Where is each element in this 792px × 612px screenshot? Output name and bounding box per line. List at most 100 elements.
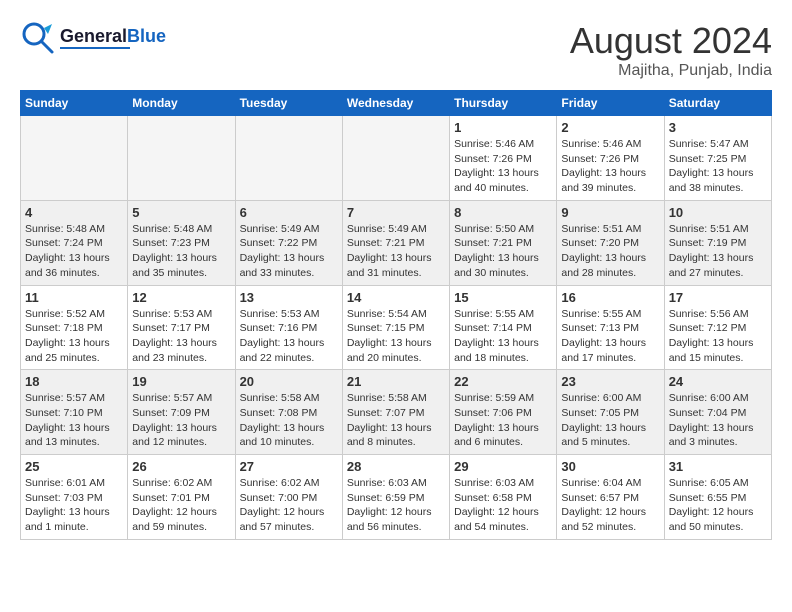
day-info: Sunrise: 5:55 AM Sunset: 7:14 PM Dayligh… bbox=[454, 307, 552, 366]
day-number: 1 bbox=[454, 120, 552, 135]
day-number: 2 bbox=[561, 120, 659, 135]
day-info: Sunrise: 6:03 AM Sunset: 6:59 PM Dayligh… bbox=[347, 476, 445, 535]
calendar-cell: 26Sunrise: 6:02 AM Sunset: 7:01 PM Dayli… bbox=[128, 455, 235, 540]
logo: GeneralBlue bbox=[20, 20, 166, 56]
day-info: Sunrise: 5:51 AM Sunset: 7:19 PM Dayligh… bbox=[669, 222, 767, 281]
calendar-week-row: 18 Sunrise: 5:57 AM Sunset: 7:10 PM Dayli… bbox=[21, 370, 772, 455]
day-info: Sunrise: 5:56 AM Sunset: 7:12 PM Dayligh… bbox=[669, 307, 767, 366]
weekday-header-saturday: Saturday bbox=[664, 91, 771, 116]
day-info: Sunrise: 6:01 AM Sunset: 7:03 PM Dayligh… bbox=[25, 476, 123, 535]
calendar-cell: 28 Sunrise: 6:03 AM Sunset: 6:59 PM Dayli… bbox=[342, 455, 449, 540]
day-info: Sunrise: 5:55 AM Sunset: 7:13 PM Dayligh… bbox=[561, 307, 659, 366]
day-info: Sunrise: 5:52 AM Sunset: 7:18 PM Dayligh… bbox=[25, 307, 123, 366]
day-info: Sunrise: 6:00 AM Sunset: 7:04 PM Dayligh… bbox=[669, 391, 767, 450]
calendar-cell: 31 Sunrise: 6:05 AM Sunset: 6:55 PM Dayli… bbox=[664, 455, 771, 540]
day-number: 17 bbox=[669, 290, 767, 305]
calendar-cell: 4 Sunrise: 5:48 AM Sunset: 7:24 PM Daylig… bbox=[21, 200, 128, 285]
day-number: 7 bbox=[347, 205, 445, 220]
day-info: Sunrise: 5:48 AM Sunset: 7:23 PM Dayligh… bbox=[132, 222, 230, 281]
calendar-cell: 11Sunrise: 5:52 AM Sunset: 7:18 PM Dayli… bbox=[21, 285, 128, 370]
day-info: Sunrise: 5:49 AM Sunset: 7:22 PM Dayligh… bbox=[240, 222, 338, 281]
calendar-table: SundayMondayTuesdayWednesdayThursdayFrid… bbox=[20, 90, 772, 540]
weekday-header-row: SundayMondayTuesdayWednesdayThursdayFrid… bbox=[21, 91, 772, 116]
day-info: Sunrise: 5:58 AM Sunset: 7:07 PM Dayligh… bbox=[347, 391, 445, 450]
day-number: 29 bbox=[454, 459, 552, 474]
weekday-header-sunday: Sunday bbox=[21, 91, 128, 116]
day-number: 31 bbox=[669, 459, 767, 474]
month-year-title: August 2024 bbox=[570, 20, 772, 62]
calendar-week-row: 1 Sunrise: 5:46 AM Sunset: 7:26 PM Daylig… bbox=[21, 116, 772, 201]
day-number: 4 bbox=[25, 205, 123, 220]
weekday-header-friday: Friday bbox=[557, 91, 664, 116]
calendar-cell: 6 Sunrise: 5:49 AM Sunset: 7:22 PM Daylig… bbox=[235, 200, 342, 285]
day-number: 19 bbox=[132, 374, 230, 389]
day-number: 28 bbox=[347, 459, 445, 474]
calendar-cell: 25 Sunrise: 6:01 AM Sunset: 7:03 PM Dayli… bbox=[21, 455, 128, 540]
calendar-cell bbox=[21, 116, 128, 201]
calendar-cell: 22Sunrise: 5:59 AM Sunset: 7:06 PM Dayli… bbox=[450, 370, 557, 455]
calendar-cell: 3 Sunrise: 5:47 AM Sunset: 7:25 PM Daylig… bbox=[664, 116, 771, 201]
day-number: 24 bbox=[669, 374, 767, 389]
calendar-cell: 9 Sunrise: 5:51 AM Sunset: 7:20 PM Daylig… bbox=[557, 200, 664, 285]
calendar-cell: 23 Sunrise: 6:00 AM Sunset: 7:05 PM Dayli… bbox=[557, 370, 664, 455]
day-info: Sunrise: 6:02 AM Sunset: 7:00 PM Dayligh… bbox=[240, 476, 338, 535]
day-info: Sunrise: 6:04 AM Sunset: 6:57 PM Dayligh… bbox=[561, 476, 659, 535]
day-number: 23 bbox=[561, 374, 659, 389]
day-number: 5 bbox=[132, 205, 230, 220]
day-number: 22 bbox=[454, 374, 552, 389]
logo-icon bbox=[20, 20, 56, 56]
day-number: 21 bbox=[347, 374, 445, 389]
day-number: 14 bbox=[347, 290, 445, 305]
day-info: Sunrise: 5:57 AM Sunset: 7:09 PM Dayligh… bbox=[132, 391, 230, 450]
day-info: Sunrise: 5:49 AM Sunset: 7:21 PM Dayligh… bbox=[347, 222, 445, 281]
calendar-cell: 18 Sunrise: 5:57 AM Sunset: 7:10 PM Dayli… bbox=[21, 370, 128, 455]
calendar-week-row: 11Sunrise: 5:52 AM Sunset: 7:18 PM Dayli… bbox=[21, 285, 772, 370]
calendar-cell bbox=[235, 116, 342, 201]
calendar-cell: 14 Sunrise: 5:54 AM Sunset: 7:15 PM Dayli… bbox=[342, 285, 449, 370]
calendar-cell: 27Sunrise: 6:02 AM Sunset: 7:00 PM Dayli… bbox=[235, 455, 342, 540]
day-info: Sunrise: 5:57 AM Sunset: 7:10 PM Dayligh… bbox=[25, 391, 123, 450]
weekday-header-monday: Monday bbox=[128, 91, 235, 116]
calendar-cell: 20 Sunrise: 5:58 AM Sunset: 7:08 PM Dayli… bbox=[235, 370, 342, 455]
calendar-cell: 1 Sunrise: 5:46 AM Sunset: 7:26 PM Daylig… bbox=[450, 116, 557, 201]
day-info: Sunrise: 6:03 AM Sunset: 6:58 PM Dayligh… bbox=[454, 476, 552, 535]
day-number: 26 bbox=[132, 459, 230, 474]
calendar-cell: 15 Sunrise: 5:55 AM Sunset: 7:14 PM Dayli… bbox=[450, 285, 557, 370]
day-info: Sunrise: 5:54 AM Sunset: 7:15 PM Dayligh… bbox=[347, 307, 445, 366]
day-info: Sunrise: 5:48 AM Sunset: 7:24 PM Dayligh… bbox=[25, 222, 123, 281]
calendar-cell: 12 Sunrise: 5:53 AM Sunset: 7:17 PM Dayli… bbox=[128, 285, 235, 370]
day-info: Sunrise: 5:53 AM Sunset: 7:17 PM Dayligh… bbox=[132, 307, 230, 366]
calendar-cell: 17 Sunrise: 5:56 AM Sunset: 7:12 PM Dayli… bbox=[664, 285, 771, 370]
day-number: 16 bbox=[561, 290, 659, 305]
calendar-cell: 7 Sunrise: 5:49 AM Sunset: 7:21 PM Daylig… bbox=[342, 200, 449, 285]
day-number: 3 bbox=[669, 120, 767, 135]
calendar-cell: 19 Sunrise: 5:57 AM Sunset: 7:09 PM Dayli… bbox=[128, 370, 235, 455]
day-info: Sunrise: 6:00 AM Sunset: 7:05 PM Dayligh… bbox=[561, 391, 659, 450]
calendar-week-row: 4 Sunrise: 5:48 AM Sunset: 7:24 PM Daylig… bbox=[21, 200, 772, 285]
calendar-cell: 16 Sunrise: 5:55 AM Sunset: 7:13 PM Dayli… bbox=[557, 285, 664, 370]
day-number: 18 bbox=[25, 374, 123, 389]
day-number: 30 bbox=[561, 459, 659, 474]
day-number: 12 bbox=[132, 290, 230, 305]
day-info: Sunrise: 5:50 AM Sunset: 7:21 PM Dayligh… bbox=[454, 222, 552, 281]
logo-text-blue: Blue bbox=[127, 26, 166, 46]
calendar-cell: 10 Sunrise: 5:51 AM Sunset: 7:19 PM Dayli… bbox=[664, 200, 771, 285]
calendar-cell bbox=[128, 116, 235, 201]
weekday-header-thursday: Thursday bbox=[450, 91, 557, 116]
day-number: 6 bbox=[240, 205, 338, 220]
weekday-header-wednesday: Wednesday bbox=[342, 91, 449, 116]
day-info: Sunrise: 5:58 AM Sunset: 7:08 PM Dayligh… bbox=[240, 391, 338, 450]
day-info: Sunrise: 5:46 AM Sunset: 7:26 PM Dayligh… bbox=[454, 137, 552, 196]
day-number: 10 bbox=[669, 205, 767, 220]
day-info: Sunrise: 6:05 AM Sunset: 6:55 PM Dayligh… bbox=[669, 476, 767, 535]
day-number: 20 bbox=[240, 374, 338, 389]
day-number: 9 bbox=[561, 205, 659, 220]
day-info: Sunrise: 5:51 AM Sunset: 7:20 PM Dayligh… bbox=[561, 222, 659, 281]
day-info: Sunrise: 5:53 AM Sunset: 7:16 PM Dayligh… bbox=[240, 307, 338, 366]
day-number: 15 bbox=[454, 290, 552, 305]
calendar-cell: 24 Sunrise: 6:00 AM Sunset: 7:04 PM Dayli… bbox=[664, 370, 771, 455]
day-number: 25 bbox=[25, 459, 123, 474]
calendar-week-row: 25 Sunrise: 6:01 AM Sunset: 7:03 PM Dayli… bbox=[21, 455, 772, 540]
day-info: Sunrise: 5:47 AM Sunset: 7:25 PM Dayligh… bbox=[669, 137, 767, 196]
location-subtitle: Majitha, Punjab, India bbox=[570, 62, 772, 80]
